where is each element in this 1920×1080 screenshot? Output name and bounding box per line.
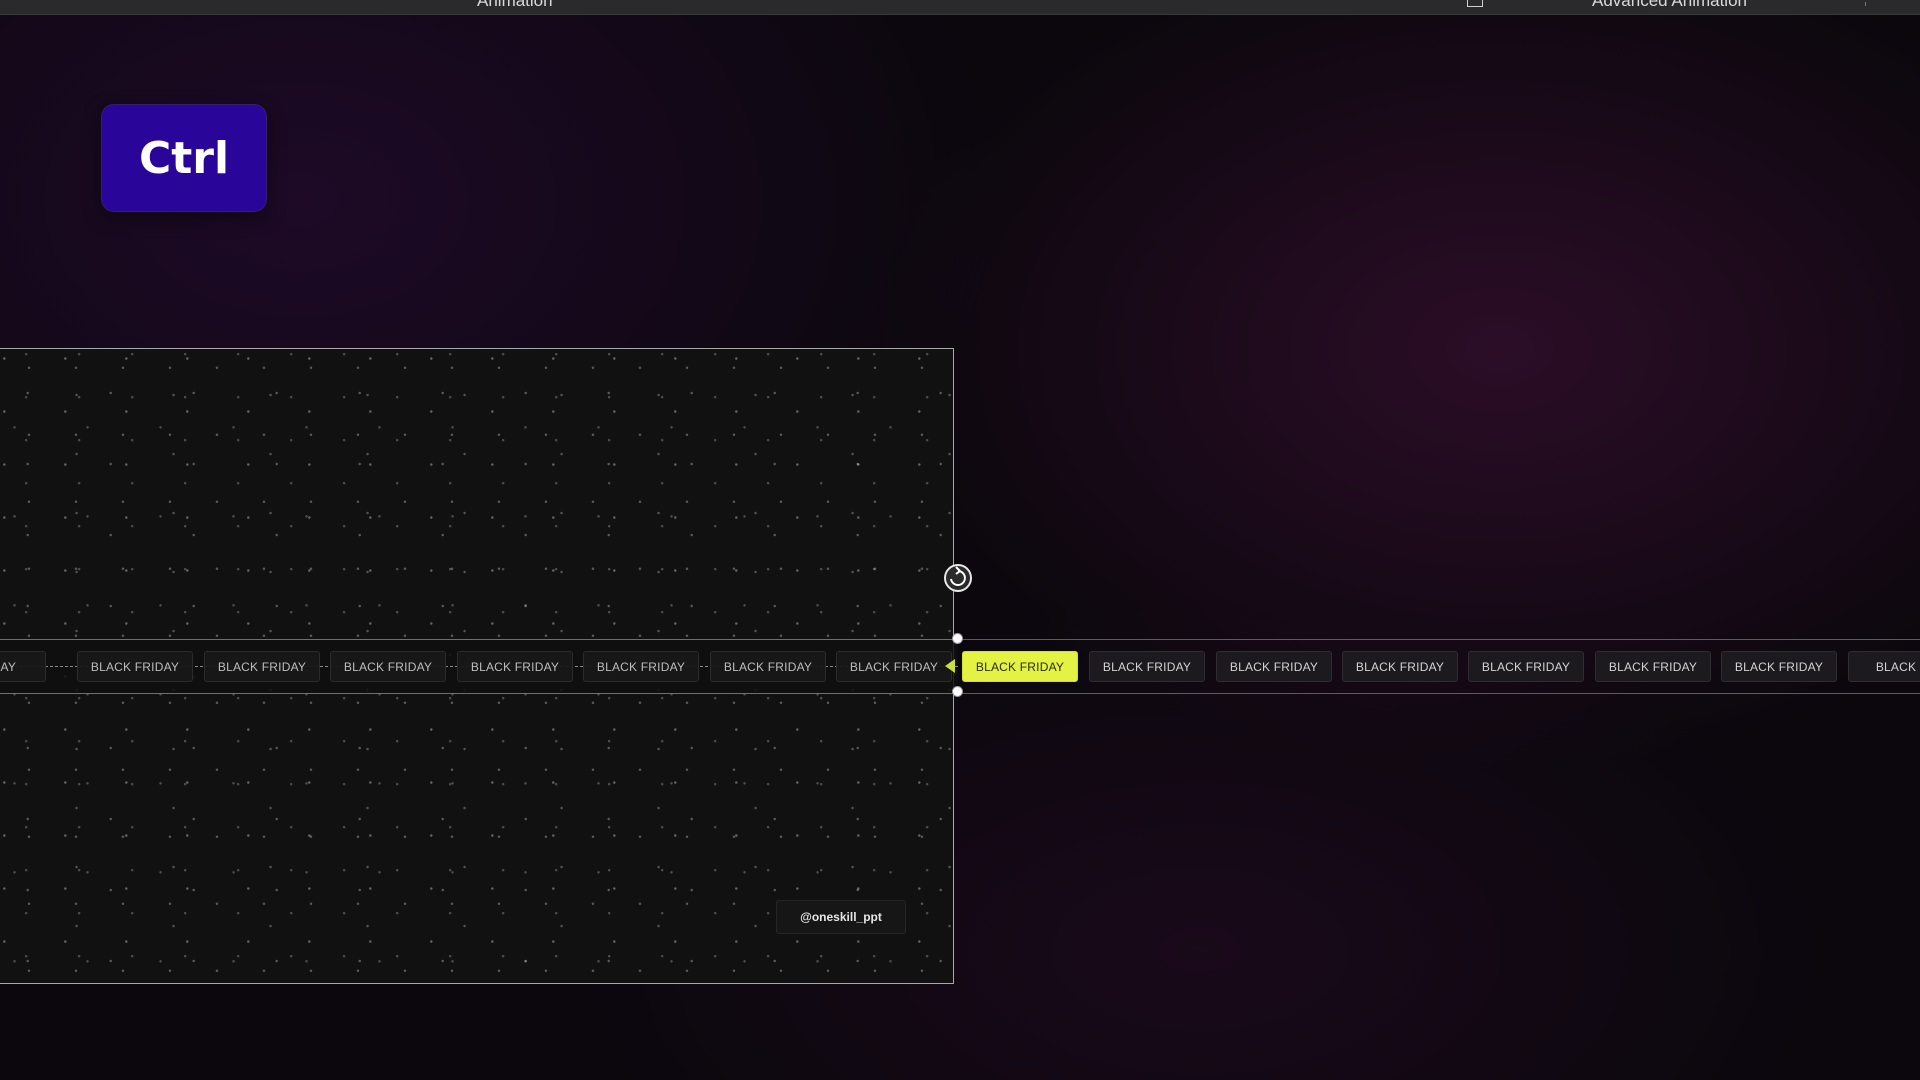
ticker-tag: BLACK FRIDAY <box>836 651 952 682</box>
rotate-icon[interactable] <box>940 560 976 596</box>
ticker-tag: K FRIDAY <box>0 651 46 682</box>
ticker-tag: BLACK FRIDAY <box>77 651 193 682</box>
presentation-workspace: Animation Advanced Animation Ctrl @onesk… <box>0 0 1920 1080</box>
ribbon-group-animation[interactable]: Animation <box>477 0 553 11</box>
ticker-band-off-slide: BLACK FRIDAY BLACK FRIDAY BLACK FRIDAY B… <box>958 639 1920 694</box>
ticker-tag: BLACK FRIDAY <box>583 651 699 682</box>
ticker-band[interactable]: K FRIDAY BLACK FRIDAY BLACK FRIDAY BLACK… <box>0 639 1920 694</box>
ticker-band-on-slide: K FRIDAY BLACK FRIDAY BLACK FRIDAY BLACK… <box>0 639 958 694</box>
ticker-tag: BLACK FRIDAY <box>1216 651 1332 682</box>
ticker-tag: BLACK FRIDAY <box>1089 651 1205 682</box>
resize-handle-icon[interactable] <box>952 633 963 644</box>
motion-path-arrow-icon[interactable] <box>945 659 955 673</box>
ticker-tag: BLACK FRIDAY <box>330 651 446 682</box>
ticker-tag: BLACK FRIDAY <box>1468 651 1584 682</box>
ticker-tag: BLACK FR <box>1848 651 1920 682</box>
ribbon-divider <box>1865 2 1866 6</box>
animation-pane-icon[interactable] <box>1467 0 1483 7</box>
ticker-tag: BLACK FRIDAY <box>204 651 320 682</box>
ticker-tag: BLACK FRIDAY <box>1595 651 1711 682</box>
ticker-tag: BLACK FRIDAY <box>457 651 573 682</box>
resize-handle-icon[interactable] <box>952 686 963 697</box>
ticker-tag: BLACK FRIDAY <box>1342 651 1458 682</box>
ticker-tag: BLACK FRIDAY <box>710 651 826 682</box>
ribbon-bar: Animation Advanced Animation <box>0 0 1920 15</box>
ticker-tag: BLACK FRIDAY <box>1721 651 1837 682</box>
ticker-tag-active[interactable]: BLACK FRIDAY <box>962 651 1078 682</box>
watermark-label: @oneskill_ppt <box>776 900 906 934</box>
ribbon-group-advanced-animation[interactable]: Advanced Animation <box>1592 0 1747 11</box>
ctrl-key-overlay: Ctrl <box>102 105 266 211</box>
